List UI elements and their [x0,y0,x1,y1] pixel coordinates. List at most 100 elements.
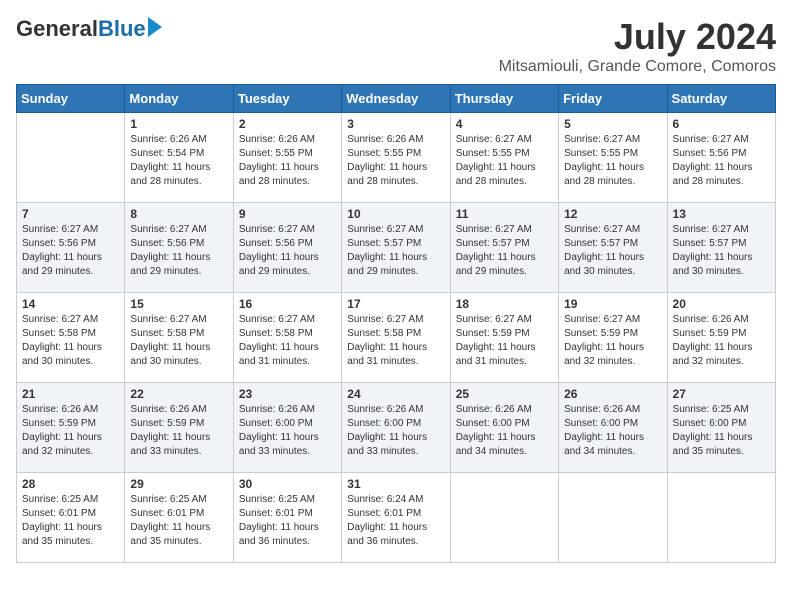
calendar-cell: 18Sunrise: 6:27 AMSunset: 5:59 PMDayligh… [450,293,558,383]
calendar-cell: 12Sunrise: 6:27 AMSunset: 5:57 PMDayligh… [559,203,667,293]
day-number: 31 [347,477,444,491]
day-number: 4 [456,117,553,131]
calendar-week-row: 1 Sunrise: 6:26 AMSunset: 5:54 PMDaylight… [17,113,776,203]
col-header-saturday: Saturday [667,85,775,113]
day-info: Sunrise: 6:25 AMSunset: 6:01 PMDaylight:… [239,493,336,549]
day-number: 3 [347,117,444,131]
calendar-cell: 16 Sunrise: 6:27 AMSunset: 5:58 PMDayligh… [233,293,341,383]
logo: General Blue [16,16,162,42]
day-info: Sunrise: 6:26 AMSunset: 5:54 PMDaylight:… [130,133,227,189]
calendar-cell: 8 Sunrise: 6:27 AMSunset: 5:56 PMDaylight… [125,203,233,293]
calendar-cell: 29 Sunrise: 6:25 AMSunset: 6:01 PMDayligh… [125,473,233,563]
calendar-cell: 9Sunrise: 6:27 AMSunset: 5:56 PMDaylight… [233,203,341,293]
calendar-cell [450,473,558,563]
day-number: 21 [22,387,119,401]
day-number: 11 [456,207,553,221]
day-number: 27 [673,387,770,401]
day-number: 30 [239,477,336,491]
col-header-tuesday: Tuesday [233,85,341,113]
day-number: 29 [130,477,227,491]
day-number: 18 [456,297,553,311]
calendar-cell: 17Sunrise: 6:27 AMSunset: 5:58 PMDayligh… [342,293,450,383]
day-info: Sunrise: 6:27 AMSunset: 5:56 PMDaylight:… [130,223,227,279]
calendar-cell: 21 Sunrise: 6:26 AMSunset: 5:59 PMDayligh… [17,383,125,473]
logo-blue-text: Blue [98,16,146,42]
calendar-header-row: SundayMondayTuesdayWednesdayThursdayFrid… [17,85,776,113]
col-header-thursday: Thursday [450,85,558,113]
calendar-cell: 3Sunrise: 6:26 AMSunset: 5:55 PMDaylight… [342,113,450,203]
day-info: Sunrise: 6:27 AMSunset: 5:55 PMDaylight:… [564,133,661,189]
day-number: 25 [456,387,553,401]
calendar-cell: 22 Sunrise: 6:26 AMSunset: 5:59 PMDayligh… [125,383,233,473]
day-info: Sunrise: 6:27 AMSunset: 5:57 PMDaylight:… [347,223,444,279]
day-info: Sunrise: 6:25 AMSunset: 6:01 PMDaylight:… [130,493,227,549]
day-number: 20 [673,297,770,311]
day-number: 1 [130,117,227,131]
calendar-cell: 24Sunrise: 6:26 AMSunset: 6:00 PMDayligh… [342,383,450,473]
day-info: Sunrise: 6:27 AMSunset: 5:57 PMDaylight:… [673,223,770,279]
calendar-cell: 1 Sunrise: 6:26 AMSunset: 5:54 PMDaylight… [125,113,233,203]
calendar-cell [667,473,775,563]
col-header-wednesday: Wednesday [342,85,450,113]
title-block: July 2024 Mitsamiouli, Grande Comore, Co… [499,16,776,76]
day-number: 2 [239,117,336,131]
calendar-cell: 10 Sunrise: 6:27 AMSunset: 5:57 PMDayligh… [342,203,450,293]
calendar-week-row: 21 Sunrise: 6:26 AMSunset: 5:59 PMDayligh… [17,383,776,473]
location-subtitle: Mitsamiouli, Grande Comore, Comoros [499,58,776,76]
calendar-cell [17,113,125,203]
calendar-cell: 27 Sunrise: 6:25 AMSunset: 6:00 PMDayligh… [667,383,775,473]
day-number: 12 [564,207,661,221]
calendar-cell [559,473,667,563]
day-info: Sunrise: 6:27 AMSunset: 5:58 PMDaylight:… [130,313,227,369]
day-info: Sunrise: 6:26 AMSunset: 6:00 PMDaylight:… [456,403,553,459]
day-number: 22 [130,387,227,401]
day-number: 15 [130,297,227,311]
day-number: 24 [347,387,444,401]
day-info: Sunrise: 6:26 AMSunset: 5:59 PMDaylight:… [22,403,119,459]
day-number: 6 [673,117,770,131]
day-info: Sunrise: 6:27 AMSunset: 5:58 PMDaylight:… [239,313,336,369]
day-info: Sunrise: 6:26 AMSunset: 6:00 PMDaylight:… [564,403,661,459]
day-info: Sunrise: 6:27 AMSunset: 5:56 PMDaylight:… [239,223,336,279]
logo-arrow-icon [148,17,162,37]
day-number: 16 [239,297,336,311]
day-info: Sunrise: 6:27 AMSunset: 5:58 PMDaylight:… [347,313,444,369]
calendar-table: SundayMondayTuesdayWednesdayThursdayFrid… [16,84,776,563]
calendar-cell: 30 Sunrise: 6:25 AMSunset: 6:01 PMDayligh… [233,473,341,563]
day-number: 13 [673,207,770,221]
day-info: Sunrise: 6:26 AMSunset: 5:55 PMDaylight:… [239,133,336,189]
day-info: Sunrise: 6:27 AMSunset: 5:55 PMDaylight:… [456,133,553,189]
day-info: Sunrise: 6:24 AMSunset: 6:01 PMDaylight:… [347,493,444,549]
day-info: Sunrise: 6:25 AMSunset: 6:00 PMDaylight:… [673,403,770,459]
calendar-cell: 11 Sunrise: 6:27 AMSunset: 5:57 PMDayligh… [450,203,558,293]
day-info: Sunrise: 6:27 AMSunset: 5:58 PMDaylight:… [22,313,119,369]
day-number: 28 [22,477,119,491]
calendar-cell: 13 Sunrise: 6:27 AMSunset: 5:57 PMDayligh… [667,203,775,293]
calendar-cell: 26Sunrise: 6:26 AMSunset: 6:00 PMDayligh… [559,383,667,473]
day-number: 7 [22,207,119,221]
page-header: General Blue July 2024 Mitsamiouli, Gran… [16,16,776,76]
calendar-cell: 25 Sunrise: 6:26 AMSunset: 6:00 PMDayligh… [450,383,558,473]
calendar-cell: 19Sunrise: 6:27 AMSunset: 5:59 PMDayligh… [559,293,667,383]
col-header-sunday: Sunday [17,85,125,113]
calendar-cell: 15 Sunrise: 6:27 AMSunset: 5:58 PMDayligh… [125,293,233,383]
logo-general-text: General [16,16,98,42]
day-info: Sunrise: 6:27 AMSunset: 5:56 PMDaylight:… [22,223,119,279]
calendar-week-row: 7 Sunrise: 6:27 AMSunset: 5:56 PMDaylight… [17,203,776,293]
day-info: Sunrise: 6:27 AMSunset: 5:56 PMDaylight:… [673,133,770,189]
day-number: 10 [347,207,444,221]
month-year-title: July 2024 [499,16,776,58]
calendar-cell: 28Sunrise: 6:25 AMSunset: 6:01 PMDayligh… [17,473,125,563]
calendar-cell: 6 Sunrise: 6:27 AMSunset: 5:56 PMDaylight… [667,113,775,203]
calendar-cell: 14 Sunrise: 6:27 AMSunset: 5:58 PMDayligh… [17,293,125,383]
col-header-friday: Friday [559,85,667,113]
calendar-cell: 23Sunrise: 6:26 AMSunset: 6:00 PMDayligh… [233,383,341,473]
calendar-cell: 31 Sunrise: 6:24 AMSunset: 6:01 PMDayligh… [342,473,450,563]
day-number: 23 [239,387,336,401]
day-info: Sunrise: 6:26 AMSunset: 5:59 PMDaylight:… [130,403,227,459]
calendar-cell: 7 Sunrise: 6:27 AMSunset: 5:56 PMDaylight… [17,203,125,293]
calendar-cell: 5Sunrise: 6:27 AMSunset: 5:55 PMDaylight… [559,113,667,203]
day-number: 14 [22,297,119,311]
day-info: Sunrise: 6:27 AMSunset: 5:57 PMDaylight:… [456,223,553,279]
day-number: 8 [130,207,227,221]
